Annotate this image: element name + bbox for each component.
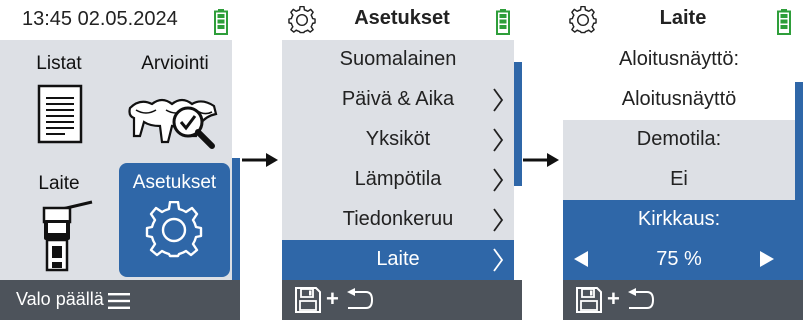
scrollbar-thumb[interactable] [232,158,240,280]
settings-item-label: Yksiköt [365,128,431,150]
scrollbar[interactable] [232,40,240,280]
battery-icon [214,9,228,35]
back-icon[interactable] [625,288,655,312]
demo-mode-label-row: Demotila: [563,120,795,160]
tile-rating[interactable]: Arviointi [120,44,230,154]
save-icon[interactable] [575,286,603,314]
menu-grid: Listat Arviointi Laite Asetukset [0,40,240,280]
start-screen-value: Aloitusnäyttö [621,88,737,110]
tile-settings[interactable]: Asetukset [119,163,230,277]
settings-item-date-time[interactable]: Päivä & Aika [282,80,514,120]
footer-bar: + [563,280,803,320]
arrow-right-icon [242,153,278,167]
tile-device[interactable]: Laite [4,164,114,274]
battery-icon [496,9,510,35]
cow-check-icon [128,98,218,149]
settings-item-language[interactable]: Suomalainen [282,40,514,80]
page-title: Laite [659,7,707,29]
demo-mode-value: Ei [670,168,688,190]
settings-item-label: Laite [376,248,420,270]
chevron-right-icon [493,88,504,112]
save-icon[interactable] [294,286,322,314]
chevron-right-icon [493,128,504,152]
settings-item-data-collection[interactable]: Tiedonkeruu [282,200,514,240]
arrow-right-icon [523,153,559,167]
brightness-label: Kirkkaus: [637,208,721,230]
chevron-right-icon [493,248,504,272]
light-status-text: Valo päällä [16,289,104,309]
chevron-right-icon [493,168,504,192]
plus-icon: + [326,286,339,311]
tile-device-label: Laite [38,173,80,194]
tile-settings-label: Asetukset [132,172,217,193]
document-icon [37,84,83,144]
battery-icon [777,9,791,35]
device-screen: Laite Aloitusnäyttö: Aloitusnäyttö Demot… [563,0,803,320]
settings-item-device[interactable]: Laite [282,240,514,280]
gear-icon [145,201,203,258]
settings-item-label: Päivä & Aika [341,88,455,110]
plus-icon: + [607,286,620,311]
scrollbar-thumb[interactable] [514,62,522,186]
scrollbar-thumb[interactable] [795,82,803,280]
settings-item-units[interactable]: Yksiköt [282,120,514,160]
tile-lists-label: Listat [36,53,82,74]
footer-bar: Valo päällä [0,280,240,320]
menu-icon[interactable] [108,292,130,310]
brightness-label-row: Kirkkaus: [563,200,795,240]
settings-item-temperature[interactable]: Lämpötila [282,160,514,200]
settings-screen: Asetukset Suomalainen Päivä & Aika Yksik… [282,0,522,320]
footer-bar: + [282,280,522,320]
settings-item-label: Lämpötila [354,168,442,190]
back-icon[interactable] [344,288,374,312]
chevron-right-icon [493,208,504,232]
clock-text: 13:45 02.05.2024 [22,8,178,30]
start-screen-label: Aloitusnäyttö: [618,48,740,70]
device-header: Laite [563,0,803,40]
demo-mode-label: Demotila: [636,128,722,150]
brightness-value-row[interactable]: 75 % [563,240,795,280]
settings-list: Suomalainen Päivä & Aika Yksiköt Lämpöti… [282,40,514,280]
probe-device-icon [42,200,93,272]
page-title: Asetukset [354,7,450,29]
device-settings-list: Aloitusnäyttö: Aloitusnäyttö Demotila: E… [563,40,795,280]
right-arrow-icon[interactable] [759,250,775,268]
demo-mode-value-row[interactable]: Ei [563,160,795,200]
tile-lists[interactable]: Listat [4,44,114,154]
settings-item-label: Suomalainen [339,48,457,70]
settings-header: Asetukset [282,0,522,40]
status-bar: 13:45 02.05.2024 [0,0,240,40]
main-menu-screen: 13:45 02.05.2024 Listat Arviointi Laite … [0,0,240,320]
settings-item-label: Tiedonkeruu [342,208,454,230]
start-screen-value-row[interactable]: Aloitusnäyttö [563,80,795,120]
tile-rating-label: Arviointi [141,53,209,74]
scrollbar[interactable] [795,40,803,280]
scrollbar[interactable] [514,40,522,280]
start-screen-label-row: Aloitusnäyttö: [563,40,795,80]
